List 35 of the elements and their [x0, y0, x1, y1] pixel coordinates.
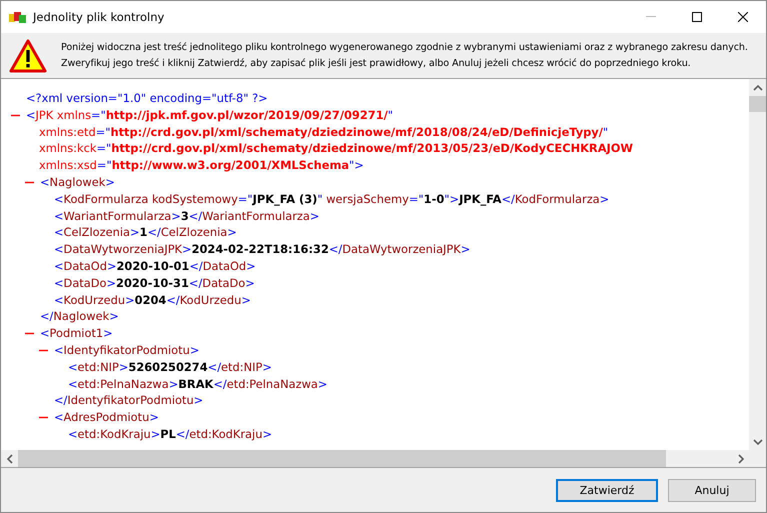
code-line: <AdresPodmiotu> — [54, 409, 159, 426]
code-line: <IdentyfikatorPodmiotu> — [54, 342, 200, 359]
scroll-right-icon[interactable] — [736, 454, 746, 464]
scroll-left-icon[interactable] — [4, 454, 14, 464]
code-line: <etd:NIP>5260250274</etd:NIP> — [68, 358, 272, 376]
code-line: <Naglowek> — [40, 174, 115, 191]
code-line: <Podmiot1> — [40, 325, 113, 342]
code-line: xmlns:kck="http://crd.gov.pl/xml/schematy/dziedzinowe/mf/2013/05/23/eD/KodyCECHKRAJOW — [39, 141, 633, 156]
warning-icon — [9, 38, 47, 72]
code-line: <DataOd>2020-10-01</DataOd> — [54, 258, 256, 275]
cancel-button[interactable]: Anuluj — [668, 478, 756, 502]
code-line: <JPK xmlns="http://jpk.mf.gov.pl/wzor/2019/09/27/09271/" — [26, 106, 394, 124]
code-line: <CelZlozenia>1</CelZlozenia> — [54, 224, 237, 242]
code-line: </IdentyfikatorPodmiotu> — [54, 393, 204, 408]
maximize-icon[interactable] — [692, 12, 702, 22]
code-line: <etd:PelnaNazwa>BRAK</etd:PelnaNazwa> — [68, 376, 328, 392]
code-line: xmlns:etd="http://crd.gov.pl/xml/schematy/dziedzinowe/mf/2018/08/24/eD/DefinicjeTypy/" — [39, 124, 608, 139]
code-line: <etd:KodKraju>PL</etd:KodKraju> — [68, 426, 272, 443]
code-line: <WariantFormularza>3</WariantFormularza> — [54, 208, 320, 224]
code-line: <DataWytworzeniaJPK>2024-02-22T18:16:32</DataWytworzeniaJPK> — [54, 241, 470, 258]
scroll-down-icon[interactable] — [752, 436, 762, 446]
confirm-button[interactable]: Zatwierdź — [556, 478, 658, 502]
window-title: Jednolity plik kontrolny — [33, 10, 166, 24]
code-line: <KodUrzedu>0204</KodUrzedu> — [54, 292, 251, 308]
code-line: <DataDo>2020-10-31</DataDo> — [54, 274, 255, 292]
code-line: xmlns:xsd="http://www.w3.org/2001/XMLSchema"> — [39, 158, 364, 172]
code-line: <?xml version="1.0" encoding="utf-8" ?> — [26, 90, 268, 107]
code-line: </Naglowek> — [40, 309, 119, 324]
code-line: <KodFormularza kodSystemowy="JPK_FA (3)" wersjaSchemy="1-0">JPK_FA</KodFormularza> — [54, 190, 610, 208]
close-icon[interactable] — [738, 12, 748, 22]
vertical-scrollbar[interactable] — [749, 79, 766, 450]
scrollbar-thumb[interactable] — [749, 96, 766, 112]
info-message: Poniżej widoczna jest treść jednolitego pliku kontrolnego wygenerowanego zgodnie z wybranymi ustawieniami oraz z wybranego zakresu danych. Zweryfikuj jego treść i kliknij Zatwierdź, aby zapisać plik jeśli jest prawidłowy, albo Anuluj jeżeli chcesz wrócić do poprzedniego kroku. — [61, 40, 749, 70]
app-icon — [9, 10, 27, 24]
scroll-up-icon[interactable] — [752, 82, 762, 92]
